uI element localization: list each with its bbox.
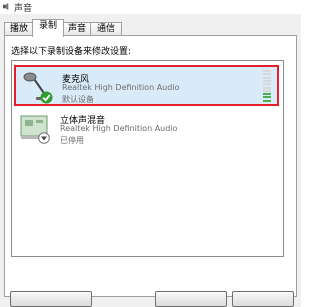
set-default-button[interactable]: [155, 291, 227, 307]
title-bar[interactable]: 声音: [0, 0, 301, 14]
level-meter-bar: [263, 70, 271, 72]
level-meter-bar: [263, 99, 271, 102]
sound-dialog: 播放 录制 声音 通信 选择以下录制设备来修改设置: 麦克风 Realtek H…: [0, 14, 301, 307]
level-meter-bar: [263, 93, 271, 96]
device-driver: Realtek High Definition Audio: [62, 83, 180, 92]
speaker-icon: [2, 2, 9, 11]
device-status: 默认设备: [62, 95, 94, 104]
properties-button[interactable]: [232, 291, 294, 307]
level-meter: [263, 70, 271, 103]
level-meter-bar: [263, 83, 271, 86]
instruction-text: 选择以下录制设备来修改设置:: [11, 47, 132, 57]
device-driver: Realtek High Definition Audio: [60, 124, 178, 133]
window-title: 声音: [14, 4, 33, 14]
level-meter-bar: [263, 73, 271, 76]
device-item-stereo-mix[interactable]: 立体声混音 Realtek High Definition Audio 已停用: [14, 108, 279, 149]
tab-recording[interactable]: 录制: [32, 19, 64, 37]
level-meter-bar: [263, 89, 271, 92]
disabled-down-icon: [38, 132, 50, 144]
tab-playback[interactable]: 播放: [4, 22, 34, 36]
default-check-icon: [40, 91, 53, 104]
tab-communications[interactable]: 通信: [90, 22, 122, 36]
level-meter-bar: [263, 79, 271, 82]
device-status: 已停用: [60, 136, 84, 145]
configure-button[interactable]: [10, 291, 92, 307]
level-meter-bar: [263, 96, 271, 99]
tab-sounds[interactable]: 声音: [62, 22, 92, 36]
device-list[interactable]: 麦克风 Realtek High Definition Audio 默认设备 立…: [11, 60, 284, 257]
device-item-microphone[interactable]: 麦克风 Realtek High Definition Audio 默认设备: [14, 65, 279, 106]
level-meter-bar: [263, 86, 271, 89]
close-button[interactable]: [261, 0, 301, 14]
level-meter-bar: [263, 76, 271, 79]
recording-panel: 选择以下录制设备来修改设置: 麦克风 Realtek High Definiti…: [4, 35, 297, 297]
